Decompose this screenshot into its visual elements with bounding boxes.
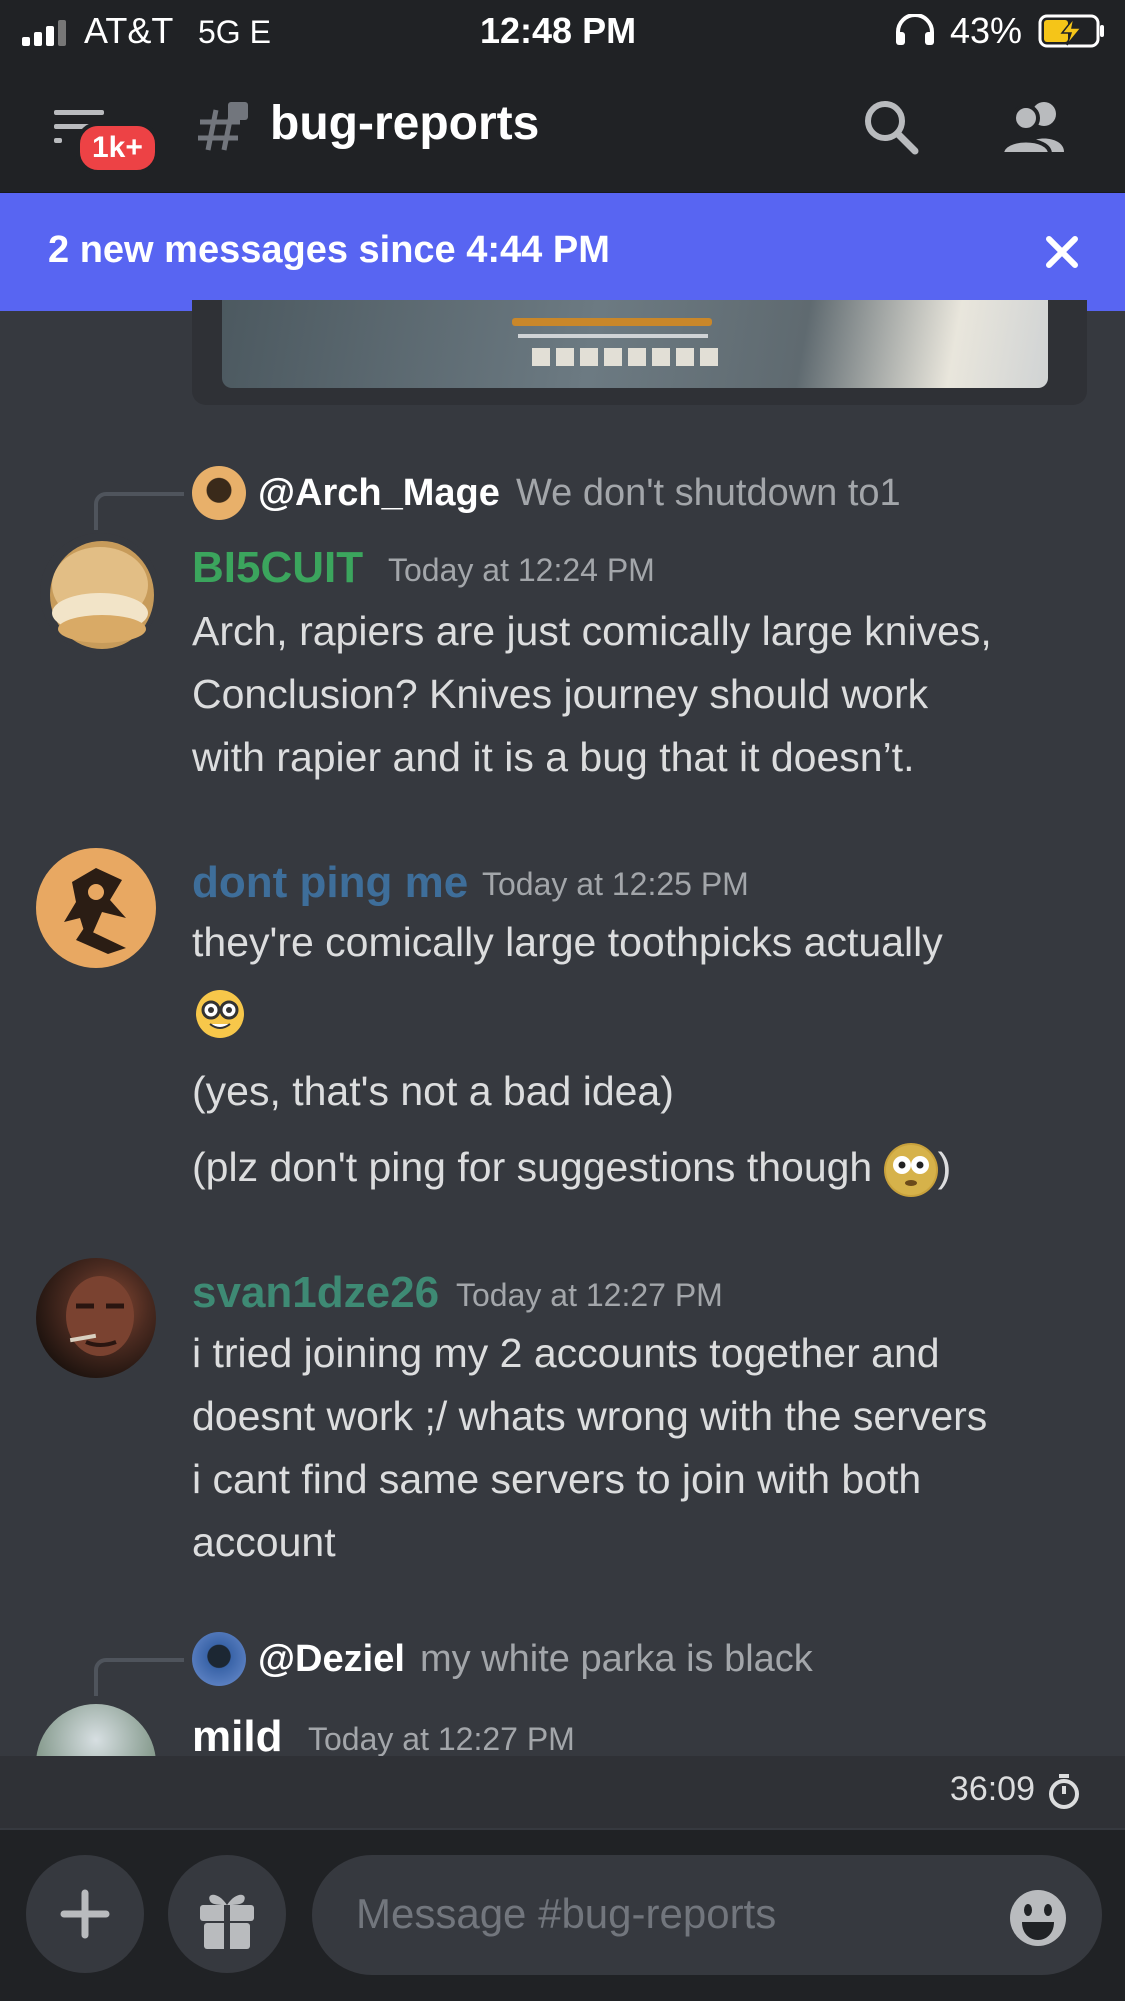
reply-connector bbox=[94, 1658, 184, 1696]
stopwatch-icon bbox=[1047, 1774, 1081, 1810]
reply-preview[interactable]: my white parka is black bbox=[420, 1638, 813, 1681]
message-line: account bbox=[192, 1519, 336, 1565]
reply-avatar[interactable] bbox=[192, 1632, 246, 1686]
nerd-face-emoji-icon[interactable] bbox=[194, 988, 246, 1040]
message-input-placeholder: Message #bug-reports bbox=[356, 1890, 777, 1937]
flushed-face-emoji-icon[interactable] bbox=[883, 1143, 938, 1198]
message-author[interactable]: BI5CUIT bbox=[192, 543, 363, 593]
channel-header: 1k+ bug-reports bbox=[0, 62, 1125, 194]
avatar[interactable] bbox=[36, 1704, 156, 1756]
message-author[interactable]: svan1dze26 bbox=[192, 1268, 439, 1318]
member-list-icon[interactable] bbox=[999, 98, 1070, 156]
gift-icon bbox=[200, 1894, 254, 1949]
new-messages-banner[interactable]: 2 new messages since 4:44 PM bbox=[0, 193, 1125, 311]
plus-icon bbox=[60, 1889, 110, 1939]
message-timestamp: Today at 12:27 PM bbox=[308, 1721, 575, 1756]
attach-button[interactable] bbox=[26, 1855, 144, 1973]
message-line: Conclusion? Knives journey should work bbox=[192, 671, 929, 717]
message-timestamp: Today at 12:25 PM bbox=[482, 866, 749, 902]
avatar[interactable] bbox=[40, 533, 160, 653]
channel-title: bug-reports bbox=[270, 97, 540, 150]
reply-author[interactable]: @Arch_Mage bbox=[258, 472, 500, 515]
slowmode-timer: 36:09 bbox=[949, 1770, 1035, 1808]
emoji-picker-icon[interactable] bbox=[1008, 1888, 1068, 1948]
message-timestamp: Today at 12:24 PM bbox=[388, 552, 655, 588]
message-line: i tried joining my 2 accounts together a… bbox=[192, 1330, 940, 1376]
carrier-label: AT&T bbox=[84, 10, 174, 51]
reply-preview[interactable]: We don't shutdown to1 bbox=[516, 472, 901, 515]
reply-connector bbox=[94, 492, 184, 530]
message-line: with rapier and it is a bug that it does… bbox=[192, 734, 915, 780]
message-text: ) bbox=[937, 1144, 952, 1190]
message-body: Arch, rapiers are just comically large k… bbox=[192, 600, 992, 789]
status-bar: AT&T 5G E 12:48 PM 43% bbox=[0, 0, 1125, 62]
clock: 12:48 PM bbox=[480, 10, 637, 51]
locked-channel-icon bbox=[194, 100, 250, 156]
message-text: (plz don't ping for suggestions though bbox=[192, 1144, 873, 1190]
network-label: 5G E bbox=[198, 14, 271, 50]
signal-strength-icon bbox=[22, 18, 72, 46]
reply-author[interactable]: @Deziel bbox=[258, 1638, 405, 1681]
message-line: Arch, rapiers are just comically large k… bbox=[192, 608, 992, 654]
message-line: they're comically large toothpicks actua… bbox=[192, 919, 943, 965]
close-icon[interactable] bbox=[1045, 235, 1079, 269]
message-partial: @Deziel my white parka is black mild Tod… bbox=[0, 1600, 1125, 1756]
embed-image[interactable] bbox=[222, 300, 1048, 388]
slowmode-timer-bar: 36:09 bbox=[0, 1756, 1125, 1828]
headphones-icon bbox=[894, 13, 936, 46]
battery-percent: 43% bbox=[950, 10, 1023, 51]
message-line: (yes, that's not a bad idea) bbox=[192, 1068, 674, 1114]
search-icon[interactable] bbox=[862, 98, 920, 156]
avatar[interactable] bbox=[36, 1258, 156, 1378]
avatar[interactable] bbox=[36, 848, 156, 968]
notification-badge: 1k+ bbox=[76, 122, 159, 174]
gift-button[interactable] bbox=[168, 1855, 286, 1973]
message-line: i cant find same servers to join with bo… bbox=[192, 1456, 922, 1502]
message-author[interactable]: mild bbox=[192, 1712, 282, 1756]
battery-charging-icon bbox=[1038, 14, 1106, 48]
message-line: doesnt work ;/ whats wrong with the serv… bbox=[192, 1393, 988, 1439]
message-body: i tried joining my 2 accounts together a… bbox=[192, 1322, 987, 1574]
reply-avatar[interactable] bbox=[192, 466, 246, 520]
new-messages-text: 2 new messages since 4:44 PM bbox=[48, 229, 610, 271]
message-timestamp: Today at 12:27 PM bbox=[456, 1277, 723, 1313]
message-author[interactable]: dont ping me bbox=[192, 858, 468, 908]
message-line: (plz don't ping for suggestions though ) bbox=[192, 1136, 951, 1199]
